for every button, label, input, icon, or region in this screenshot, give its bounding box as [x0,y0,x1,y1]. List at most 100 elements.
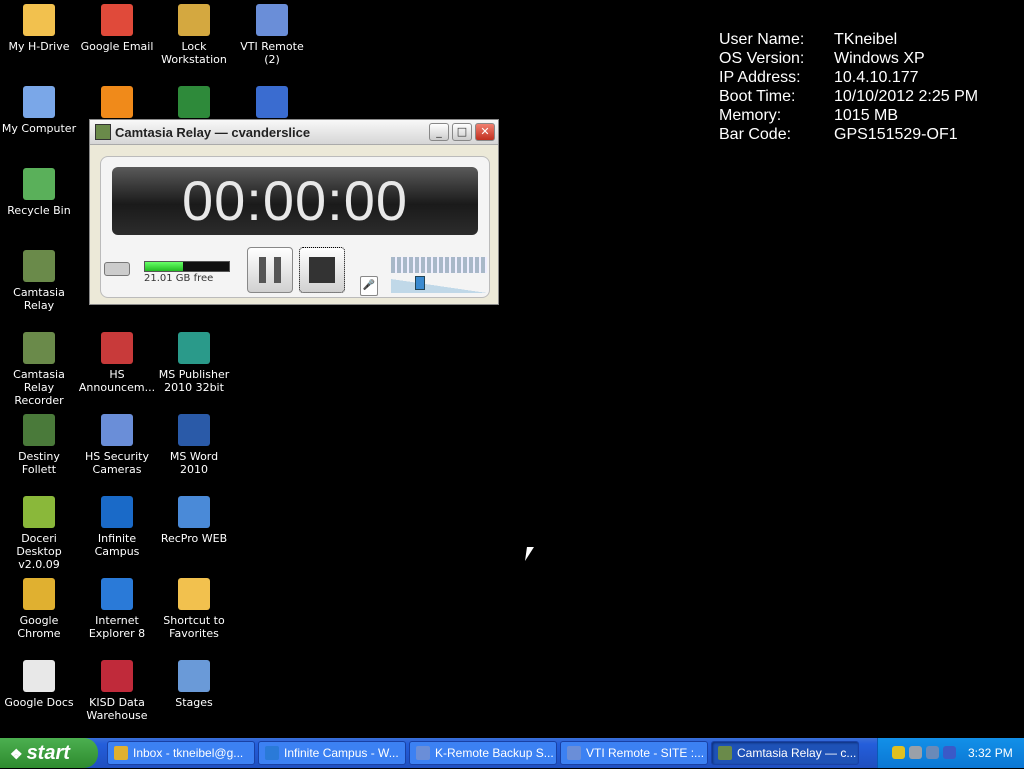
taskbar-button[interactable]: K-Remote Backup S... [409,741,557,765]
minimize-button[interactable]: _ [429,123,449,141]
desktop-icon-label: VTI Remote (2) [240,40,304,66]
recorder-panel: 00:00:00 21.01 GB free 🎤 [100,156,490,298]
taskbar-button[interactable]: Infinite Campus - W... [258,741,406,765]
disk-space-meter [144,261,230,272]
clock[interactable]: 3:32 PM [968,738,1013,768]
mouse-cursor [525,547,534,561]
desktop-icon[interactable]: VTI Remote (2) [233,4,311,66]
media-player-icon [256,86,288,118]
desktop-icon-label: Doceri Desktop v2.0.09 [16,532,62,571]
desktop-icon[interactable]: HS Security Cameras [78,414,156,476]
desktop-icon[interactable]: MS Word 2010 [155,414,233,476]
internet-explorer-icon [265,746,279,760]
taskbar-button-label: VTI Remote - SITE :... [586,746,705,760]
microphone-icon[interactable]: 🎤 [360,276,378,296]
taskbar-button-label: K-Remote Backup S... [435,746,554,760]
sysinfo-key: User Name: [719,31,805,48]
desktop-icon[interactable]: Google Chrome [0,578,78,640]
window-title: Camtasia Relay — cvanderslice [115,124,311,140]
desktop-icon-label: Google Docs [4,696,74,709]
taskbar: ❖ start Inbox - tkneibel@g... Infinite Cam… [0,738,1024,768]
moodle-icon [101,86,133,118]
desktop: My H-Drive Google Email Lock Workstation VT… [0,0,1024,738]
taskbar-button[interactable]: Camtasia Relay — c... [711,741,859,765]
maximize-button[interactable]: □ [452,123,472,141]
camtasia-relay-icon [23,250,55,282]
publisher-icon [178,332,210,364]
desktop-icon[interactable]: My Computer [0,86,78,135]
sysinfo-value: 1015 MB [834,107,899,124]
volume-slider[interactable] [391,276,487,293]
desktop-icon[interactable]: RecPro WEB [155,496,233,545]
taskbar-button[interactable]: Inbox - tkneibel@g... [107,741,255,765]
taskbar-tasks: Inbox - tkneibel@g... Infinite Campus - W… [107,741,862,765]
desktop-icon-label: MS Publisher 2010 32bit [158,368,230,394]
desktop-icon-label: Recycle Bin [7,204,71,217]
volume-slider-thumb[interactable] [415,276,425,290]
desktop-icon[interactable]: Stages [155,660,233,709]
desktop-icon-label: Google Chrome [17,614,61,640]
sysinfo-key: IP Address: [719,69,801,86]
desktop-icon[interactable]: Shortcut to Favorites [155,578,233,640]
google-docs-icon [23,660,55,692]
desktop-icon[interactable]: My H-Drive [0,4,78,53]
desktop-icon[interactable] [233,86,311,122]
favorites-folder-icon [178,578,210,610]
camtasia-relay-window[interactable]: Camtasia Relay — cvanderslice _ □ ✕ 00:0… [89,119,499,305]
lock-icon [178,4,210,36]
desktop-icon[interactable]: Internet Explorer 8 [78,578,156,640]
desktop-icon-label: Lock Workstation [161,40,227,66]
desktop-icon-label: Infinite Campus [94,532,140,558]
audio-level-meter [391,257,487,273]
volume-tray-icon[interactable] [909,746,922,759]
sysinfo-value: 10.4.10.177 [834,69,919,86]
sysinfo-key: OS Version: [719,50,805,67]
desktop-icon[interactable] [155,86,233,122]
hard-drive-icon [104,262,130,276]
network-tray-icon[interactable] [926,746,939,759]
desktop-icon-label: Camtasia Relay [13,286,65,312]
window-titlebar[interactable]: Camtasia Relay — cvanderslice _ □ ✕ [90,120,498,145]
desktop-icon[interactable]: Google Docs [0,660,78,709]
pause-button[interactable] [247,247,293,293]
close-button[interactable]: ✕ [475,123,495,141]
desktop-icon-label: KISD Data Warehouse [86,696,148,722]
desktop-icon[interactable]: Doceri Desktop v2.0.09 [0,496,78,571]
recpro-icon [178,496,210,528]
word-icon [178,414,210,446]
sysinfo-value: 10/10/2012 2:25 PM [834,88,979,105]
security-camera-icon [101,414,133,446]
camtasia-relay-icon [718,746,732,760]
taskbar-button[interactable]: VTI Remote - SITE :... [560,741,708,765]
announcement-icon [101,332,133,364]
computer-icon [23,86,55,118]
desktop-icon[interactable]: HS Announcem... [78,332,156,394]
desktop-icon[interactable]: KISD Data Warehouse [78,660,156,722]
desktop-icon-label: HS Announcem... [78,368,156,394]
desktop-icon[interactable]: Google Email [78,4,156,53]
stop-button[interactable] [299,247,345,293]
desktop-icon[interactable]: Camtasia Relay Recorder [0,332,78,407]
desktop-icon[interactable]: MS Publisher 2010 32bit [155,332,233,394]
pause-icon [274,257,281,283]
desktop-icon[interactable]: Camtasia Relay [0,250,78,312]
remote-icon [416,746,430,760]
vti-remote-icon [256,4,288,36]
gmail-icon [101,4,133,36]
stop-icon [309,257,335,283]
start-button[interactable]: ❖ start [0,738,98,768]
desktop-icon-label: Internet Explorer 8 [88,614,146,640]
sysinfo-key: Bar Code: [719,126,792,143]
chrome-icon [23,578,55,610]
desktop-icon[interactable]: Lock Workstation [155,4,233,66]
system-tray: 3:32 PM [877,738,1024,768]
desktop-icon[interactable]: Recycle Bin [0,168,78,217]
desktop-icon[interactable]: Destiny Follett [0,414,78,476]
desktop-icon[interactable]: Infinite Campus [78,496,156,558]
taskbar-button-label: Infinite Campus - W... [284,746,399,760]
doceri-icon [23,496,55,528]
sysinfo-key: Boot Time: [719,88,796,105]
desktop-icon[interactable] [78,86,156,122]
security-tray-icon[interactable] [892,746,905,759]
update-tray-icon[interactable] [943,746,956,759]
